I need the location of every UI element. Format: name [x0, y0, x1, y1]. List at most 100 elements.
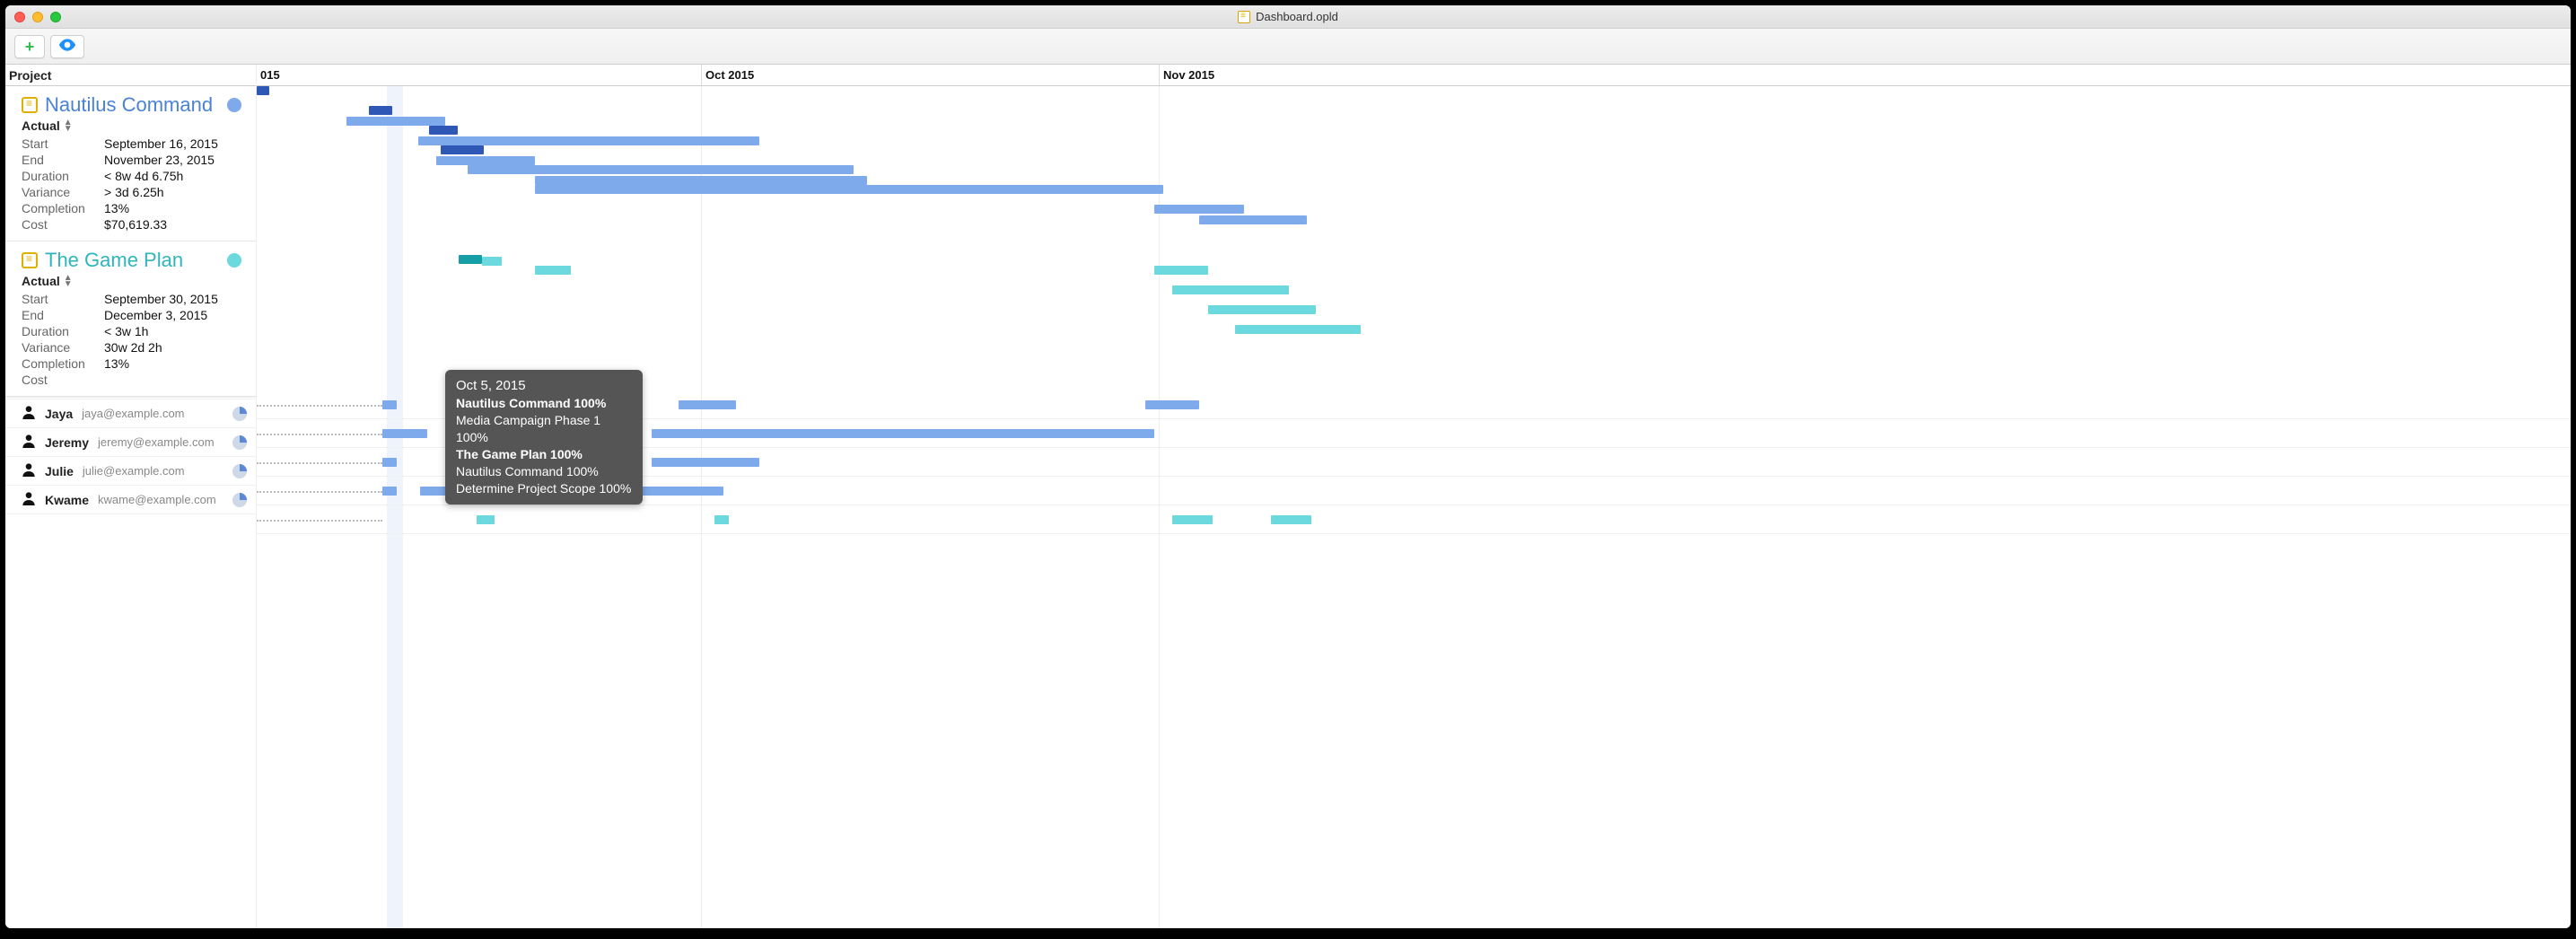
- sort-icon: ▲▼: [64, 119, 73, 132]
- gantt-bar[interactable]: [535, 185, 1163, 194]
- utilization-pie-icon: [232, 493, 247, 507]
- gantt-bar[interactable]: [1199, 215, 1307, 224]
- project-title[interactable]: Nautilus Command: [22, 93, 245, 117]
- dotted-connector: [257, 434, 382, 435]
- person-icon: [22, 491, 36, 509]
- project-file-icon: [22, 97, 38, 113]
- project-block-gameplan[interactable]: The Game PlanActual▲▼StartSeptember 30, …: [5, 241, 256, 397]
- meta-value: November 23, 2015: [104, 153, 245, 167]
- resource-row[interactable]: Kwamekwame@example.com: [5, 486, 256, 514]
- dotted-connector: [257, 405, 382, 407]
- meta-label: End: [22, 308, 104, 322]
- gantt-bar[interactable]: [418, 136, 759, 145]
- gantt-bar[interactable]: [1154, 205, 1244, 214]
- timeline-tick: Nov 2015: [1159, 65, 1214, 85]
- view-mode-label: Actual: [22, 118, 60, 133]
- gantt-bar[interactable]: [459, 255, 482, 264]
- gantt-pane[interactable]: 015Oct 2015Nov 2015 Oct 5, 2015Nautilus …: [257, 65, 2571, 928]
- view-mode-selector[interactable]: Actual▲▼: [22, 274, 245, 288]
- gantt-bar[interactable]: [257, 86, 269, 95]
- timeline-tick: Oct 2015: [701, 65, 754, 85]
- gantt-resource-bar[interactable]: [1271, 515, 1311, 524]
- gantt-bar[interactable]: [535, 266, 571, 275]
- title-bar: Dashboard.opld: [5, 5, 2571, 29]
- tooltip-line: Media Campaign Phase 1 100%: [456, 412, 632, 446]
- toolbar: +: [5, 29, 2571, 65]
- gantt-resource-bar[interactable]: [382, 400, 397, 409]
- person-icon: [22, 434, 36, 452]
- project-block-nautilus[interactable]: Nautilus CommandActual ▲▼ StartSeptember 1…: [5, 86, 256, 241]
- gantt-resource-bar[interactable]: [382, 429, 427, 438]
- meta-value: < 3w 1h: [104, 324, 245, 338]
- tooltip-line: Nautilus Command 100%: [456, 463, 632, 480]
- gantt-bar[interactable]: [1235, 325, 1361, 334]
- view-mode-label: Actual: [22, 274, 60, 288]
- zoom-icon[interactable]: [50, 12, 61, 22]
- gantt-bar[interactable]: [1172, 285, 1289, 294]
- gantt-bar[interactable]: [482, 257, 502, 266]
- dotted-connector: [257, 520, 382, 522]
- tooltip-line: The Game Plan 100%: [456, 446, 632, 463]
- gantt-resource-bar[interactable]: [1172, 515, 1213, 524]
- utilization-pie-icon: [232, 464, 247, 478]
- gantt-resource-bar[interactable]: [382, 487, 397, 496]
- resource-email: julie@example.com: [83, 464, 185, 478]
- meta-value: > 3d 6.25h: [104, 185, 245, 199]
- gantt-resource-bar[interactable]: [652, 429, 1154, 438]
- projects-list: Nautilus CommandActual▲▼StartSeptember 1…: [5, 86, 256, 397]
- gantt-bar[interactable]: [429, 126, 458, 135]
- project-meta: StartSeptember 16, 2015EndNovember 23, 2…: [22, 136, 245, 232]
- gantt-bar[interactable]: [441, 145, 484, 154]
- tooltip-line: Determine Project Scope 100%: [456, 480, 632, 497]
- gantt-bar[interactable]: [436, 156, 535, 165]
- gantt-bar[interactable]: [535, 176, 867, 185]
- meta-value: December 3, 2015: [104, 308, 245, 322]
- timeline-tick: 015: [257, 65, 280, 85]
- gantt-bar[interactable]: [1208, 305, 1316, 314]
- gantt-resource-bar[interactable]: [652, 458, 759, 467]
- meta-value: < 8w 4d 6.75h: [104, 169, 245, 183]
- gantt-project-block: [257, 86, 2571, 242]
- gantt-resource-bar[interactable]: [679, 400, 736, 409]
- view-mode-selector[interactable]: Actual ▲▼: [22, 118, 245, 133]
- meta-label: Cost: [22, 217, 104, 232]
- gantt-bar[interactable]: [468, 165, 854, 174]
- tooltip-line: Nautilus Command 100%: [456, 395, 632, 412]
- meta-label: Duration: [22, 324, 104, 338]
- document-icon: [1238, 11, 1250, 23]
- meta-value: 13%: [104, 356, 245, 371]
- resource-row[interactable]: Jayajaya@example.com: [5, 399, 256, 428]
- resource-email: kwame@example.com: [98, 493, 216, 506]
- project-title[interactable]: The Game Plan: [22, 249, 245, 272]
- person-icon: [22, 462, 36, 480]
- gantt-resource-bar[interactable]: [714, 515, 729, 524]
- gantt-resource-bar[interactable]: [382, 458, 397, 467]
- resource-row[interactable]: Juliejulie@example.com: [5, 457, 256, 486]
- content: Project Nautilus CommandActual▲▼StartSep…: [5, 65, 2571, 928]
- resource-row[interactable]: Jeremyjeremy@example.com: [5, 428, 256, 457]
- meta-value: September 30, 2015: [104, 292, 245, 306]
- gantt-body: Oct 5, 2015Nautilus Command 100%Media Ca…: [257, 86, 2571, 928]
- close-icon[interactable]: [14, 12, 25, 22]
- add-button[interactable]: +: [14, 35, 45, 58]
- meta-label: Duration: [22, 169, 104, 183]
- resource-email: jeremy@example.com: [98, 435, 215, 449]
- tooltip-date: Oct 5, 2015: [456, 377, 632, 395]
- app-window: Dashboard.opld + Project Nautilus Comman…: [5, 5, 2571, 928]
- project-column-header[interactable]: Project: [5, 65, 256, 86]
- hover-tooltip: Oct 5, 2015Nautilus Command 100%Media Ca…: [445, 370, 643, 505]
- minimize-icon[interactable]: [32, 12, 43, 22]
- gantt-project-block: [257, 242, 2571, 388]
- meta-label: Variance: [22, 340, 104, 355]
- gantt-resource-bar[interactable]: [477, 515, 495, 524]
- gantt-bar[interactable]: [369, 106, 392, 115]
- meta-label: Cost: [22, 373, 104, 387]
- window-title: Dashboard.opld: [1256, 10, 1338, 23]
- view-button[interactable]: [50, 35, 84, 58]
- gantt-bar[interactable]: [1154, 266, 1208, 275]
- gantt-resource-bar[interactable]: [1145, 400, 1199, 409]
- meta-label: Start: [22, 136, 104, 151]
- eye-icon: [58, 39, 76, 55]
- gantt-bar[interactable]: [346, 117, 445, 126]
- meta-value: 13%: [104, 201, 245, 215]
